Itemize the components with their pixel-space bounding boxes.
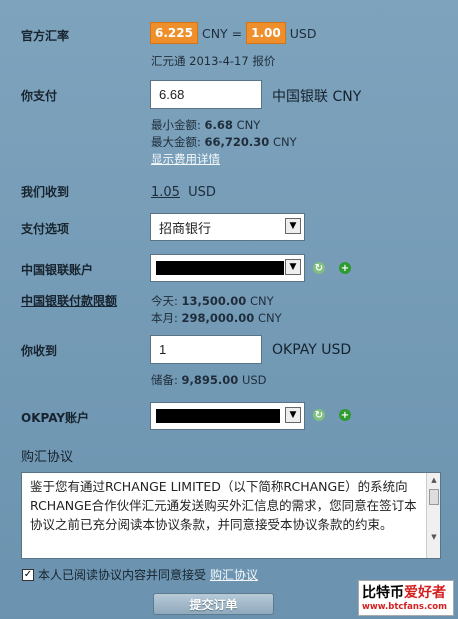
pay-amount-input[interactable] bbox=[150, 80, 262, 109]
pay-max-value: 66,720.30 bbox=[204, 135, 270, 149]
chevron-down-icon[interactable]: ▼ bbox=[285, 218, 301, 234]
receive-currency: OKPAY USD bbox=[272, 342, 352, 358]
pay-max-unit: CNY bbox=[272, 135, 297, 149]
limit-month-unit: CNY bbox=[257, 311, 282, 325]
payment-option-select[interactable]: 招商银行 ▼ bbox=[150, 213, 305, 241]
scroll-thumb[interactable] bbox=[429, 489, 439, 505]
limit-today-unit: CNY bbox=[249, 294, 274, 308]
add-icon[interactable]: + bbox=[339, 262, 351, 274]
refresh-icon[interactable]: ↻ bbox=[313, 409, 325, 421]
receive-us-amount: 1.05 USD bbox=[151, 185, 216, 200]
unionpay-account-label: 中国银联账户 bbox=[21, 263, 94, 277]
pay-label: 你支付 bbox=[21, 89, 58, 103]
scroll-down-icon[interactable]: ▼ bbox=[429, 532, 439, 542]
limit-month: 本月: 298,000.00 CNY bbox=[151, 310, 282, 326]
rate-source: 汇元通 2013-4-17 报价 bbox=[151, 54, 276, 68]
agreement-text: 鉴于您有通过RCHANGE LIMITED（以下简称RCHANGE）的系统向RC… bbox=[30, 479, 417, 532]
unionpay-limit-label: 中国银联付款限额 bbox=[21, 294, 118, 308]
watermark-url: www.btcfans.com bbox=[362, 602, 447, 612]
pay-max: 最大金额: 66,720.30 CNY bbox=[151, 134, 297, 150]
limit-month-label: 本月: bbox=[151, 311, 178, 325]
watermark-text1: 比特币 bbox=[362, 585, 404, 601]
pay-max-label: 最大金额: bbox=[151, 135, 201, 149]
agreement-consent: ✓ 本人已阅读协议内容并同意接受 购汇协议 bbox=[22, 566, 258, 583]
consent-label: 本人已阅读协议内容并同意接受 bbox=[38, 568, 207, 582]
reserve-unit: USD bbox=[241, 373, 267, 387]
rate-label: 官方汇率 bbox=[21, 29, 70, 43]
okpay-account-label: OKPAY账户 bbox=[21, 411, 90, 425]
pay-min-label: 最小金额: bbox=[151, 118, 201, 132]
chevron-down-icon[interactable]: ▼ bbox=[285, 259, 301, 275]
agreement-title: 购汇协议 bbox=[21, 450, 74, 465]
watermark-text2: 爱好者 bbox=[404, 585, 446, 601]
cny-rate-badge: 6.225 bbox=[150, 22, 198, 44]
redacted-account bbox=[156, 261, 284, 275]
add-icon[interactable]: + bbox=[339, 409, 351, 421]
okpay-account-select[interactable]: ▼ bbox=[150, 402, 305, 430]
agreement-textarea[interactable]: 鉴于您有通过RCHANGE LIMITED（以下简称RCHANGE）的系统向RC… bbox=[21, 472, 441, 559]
usd-unit: USD bbox=[289, 25, 317, 41]
submit-order-button[interactable]: 提交订单 bbox=[153, 593, 274, 615]
pay-currency: 中国银联 CNY bbox=[272, 89, 362, 105]
limit-today-label: 今天: bbox=[151, 294, 178, 308]
pay-min-unit: CNY bbox=[236, 118, 261, 132]
redacted-account bbox=[156, 409, 280, 423]
chevron-down-icon[interactable]: ▼ bbox=[285, 407, 301, 423]
receive-amount-input[interactable] bbox=[150, 335, 262, 364]
payment-option-value: 招商银行 bbox=[159, 222, 212, 237]
reserve: 储备: 9,895.00 USD bbox=[151, 372, 267, 388]
receive-us-label: 我们收到 bbox=[21, 185, 70, 199]
cny-unit: CNY = bbox=[201, 25, 243, 41]
pay-min-value: 6.68 bbox=[204, 118, 233, 132]
scroll-up-icon[interactable]: ▲ bbox=[429, 475, 439, 485]
refresh-icon[interactable]: ↻ bbox=[313, 262, 325, 274]
agreement-link[interactable]: 购汇协议 bbox=[210, 566, 258, 583]
receive-you-label: 你收到 bbox=[21, 344, 58, 358]
watermark-logo: 比特币爱好者 www.btcfans.com bbox=[358, 580, 454, 616]
payment-option-label: 支付选项 bbox=[21, 222, 70, 236]
agreement-scrollbar[interactable]: ▲ ▼ bbox=[426, 473, 440, 558]
limit-month-value: 298,000.00 bbox=[181, 311, 255, 325]
receive-us-unit: USD bbox=[188, 185, 216, 200]
limit-today-value: 13,500.00 bbox=[181, 294, 247, 308]
unionpay-account-select[interactable]: ▼ bbox=[150, 254, 305, 282]
pay-min: 最小金额: 6.68 CNY bbox=[151, 117, 260, 133]
limit-today: 今天: 13,500.00 CNY bbox=[151, 293, 274, 309]
agree-checkbox[interactable]: ✓ bbox=[22, 568, 34, 581]
reserve-value: 9,895.00 bbox=[181, 373, 239, 387]
receive-us-value: 1.05 bbox=[151, 185, 180, 200]
fee-details-link[interactable]: 显示费用详情 bbox=[151, 151, 220, 167]
exchange-form-panel: 官方汇率 6.225 CNY = 1.00 USD 汇元通 2013-4-17 … bbox=[0, 0, 458, 619]
rate-row: 6.225 CNY = 1.00 USD bbox=[150, 22, 316, 44]
usd-rate-badge: 1.00 bbox=[246, 22, 286, 44]
reserve-label: 储备: bbox=[151, 373, 178, 387]
